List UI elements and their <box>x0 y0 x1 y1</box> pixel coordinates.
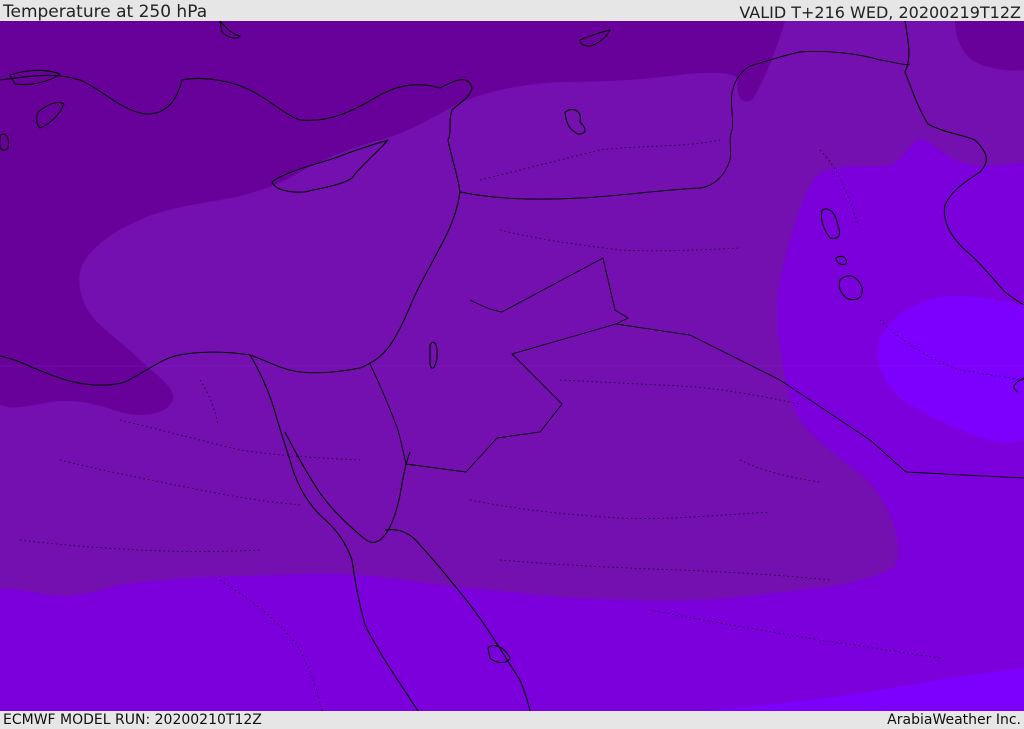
valid-time: VALID T+216 WED, 20200219T12Z <box>739 3 1021 22</box>
model-run-label: ECMWF MODEL RUN: 20200210T12Z <box>3 712 262 728</box>
header-bar: Temperature at 250 hPa VALID T+216 WED, … <box>0 0 1024 21</box>
footer-bar: ECMWF MODEL RUN: 20200210T12Z ArabiaWeat… <box>0 711 1024 729</box>
temperature-map <box>0 21 1024 711</box>
map-title: Temperature at 250 hPa <box>3 2 208 22</box>
credit-label: ArabiaWeather Inc. <box>887 712 1021 728</box>
